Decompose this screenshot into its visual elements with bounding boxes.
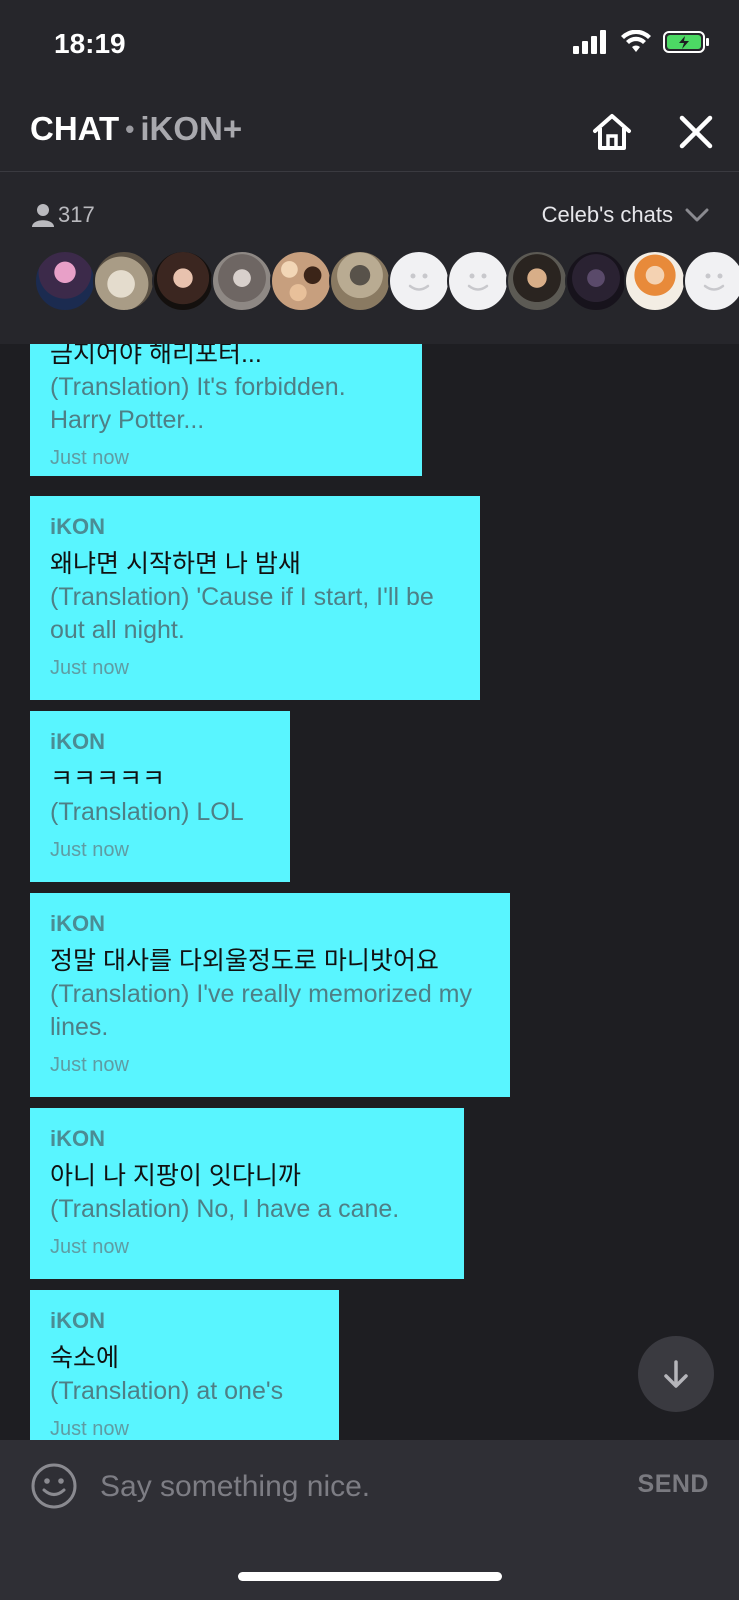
message-time: Just now (50, 447, 129, 469)
message-time: Just now (50, 1236, 129, 1258)
message-sender: iKON (50, 1308, 105, 1333)
message-time: Just now (50, 657, 129, 679)
avatar[interactable] (565, 250, 627, 312)
send-button[interactable]: SEND (638, 1470, 709, 1499)
status-bar: 18:19 (0, 0, 739, 92)
status-time: 18:19 (54, 28, 126, 59)
chat-message[interactable]: iKON 왜냐면 시작하면 나 밤새 (Translation) 'Cause … (30, 496, 480, 700)
scroll-to-bottom-button[interactable] (638, 1336, 714, 1412)
message-korean: 정말 대사를 다외울정도로 마니밧어요 (50, 947, 439, 975)
avatar-row (34, 250, 739, 312)
avatar[interactable] (211, 250, 273, 312)
battery-icon (663, 30, 711, 59)
participant-count: 317 (32, 202, 95, 228)
message-translation: (Translation) LOL (50, 798, 244, 826)
avatar-default[interactable] (683, 250, 739, 312)
message-korean: 왜냐면 시작하면 나 밤새 (50, 550, 301, 578)
avatar-default[interactable] (388, 250, 450, 312)
message-time: Just now (50, 1054, 129, 1076)
title-separator: • (125, 113, 135, 144)
page-title: CHAT • iKON+ (30, 110, 242, 148)
message-korean: 아니 나 지팡이 잇다니까 (50, 1162, 301, 1190)
chat-message[interactable]: iKON ㅋㅋㅋㅋㅋ (Translation) LOL Just now (30, 711, 290, 882)
chat-header: CHAT • iKON+ (0, 92, 739, 172)
person-icon (32, 204, 54, 227)
home-indicator (238, 1572, 502, 1581)
wifi-icon (621, 29, 651, 59)
smiley-icon (408, 273, 430, 291)
message-korean: 금지어야 해리포터... (50, 344, 262, 368)
message-sender: iKON (50, 514, 105, 539)
smiley-icon (703, 273, 725, 291)
home-icon (593, 114, 631, 150)
emoji-icon (31, 1463, 77, 1509)
message-input[interactable] (100, 1464, 600, 1510)
smiley-icon (467, 273, 489, 291)
arrow-down-icon (664, 1360, 688, 1388)
title-channel: iKON+ (140, 110, 243, 147)
status-icons (573, 29, 711, 59)
message-sender: iKON (50, 911, 105, 936)
message-time: Just now (50, 1418, 129, 1440)
message-translation: (Translation) It's forbidden. Harry Pott… (50, 373, 346, 434)
emoji-button[interactable] (30, 1462, 78, 1510)
chevron-down-icon (685, 208, 709, 222)
message-translation: (Translation) at one's (50, 1377, 284, 1405)
title-main: CHAT (30, 110, 120, 147)
avatar[interactable] (34, 250, 96, 312)
avatar-default[interactable] (447, 250, 509, 312)
message-sender: iKON (50, 729, 105, 754)
avatar[interactable] (93, 250, 155, 312)
message-translation: (Translation) No, I have a cane. (50, 1195, 400, 1223)
chat-message[interactable]: 금지어야 해리포터... (Translation) It's forbidde… (30, 344, 422, 476)
celebs-chats-dropdown[interactable]: Celeb's chats (542, 202, 709, 228)
chat-message[interactable]: iKON 아니 나 지팡이 잇다니까 (Translation) No, I h… (30, 1108, 464, 1279)
home-button[interactable] (590, 110, 634, 154)
message-time: Just now (50, 839, 129, 861)
avatar[interactable] (624, 250, 686, 312)
chat-screen: 18:19 CHAT • iKON+ 317 Celeb's chats 금지어… (0, 0, 739, 1600)
chat-message[interactable]: iKON 숙소에 (Translation) at one's Just now (30, 1290, 339, 1440)
message-korean: ㅋㅋㅋㅋㅋ (50, 765, 166, 793)
avatar[interactable] (506, 250, 568, 312)
participants-bar: 317 Celeb's chats (0, 172, 739, 344)
message-translation: (Translation) I've really memorized my l… (50, 980, 473, 1041)
avatar[interactable] (152, 250, 214, 312)
avatar[interactable] (329, 250, 391, 312)
close-button[interactable] (676, 112, 716, 152)
close-icon (679, 115, 713, 149)
celebs-chats-label: Celeb's chats (541, 202, 673, 227)
signal-icon (573, 30, 609, 59)
avatar[interactable] (270, 250, 332, 312)
message-list[interactable]: 금지어야 해리포터... (Translation) It's forbidde… (0, 344, 739, 1440)
message-korean: 숙소에 (50, 1344, 120, 1372)
message-composer: SEND (0, 1440, 739, 1600)
message-translation: (Translation) 'Cause if I start, I'll be… (50, 583, 434, 644)
chat-message[interactable]: iKON 정말 대사를 다외울정도로 마니밧어요 (Translation) I… (30, 893, 510, 1097)
participant-count-value: 317 (58, 202, 95, 227)
message-sender: iKON (50, 1126, 105, 1151)
